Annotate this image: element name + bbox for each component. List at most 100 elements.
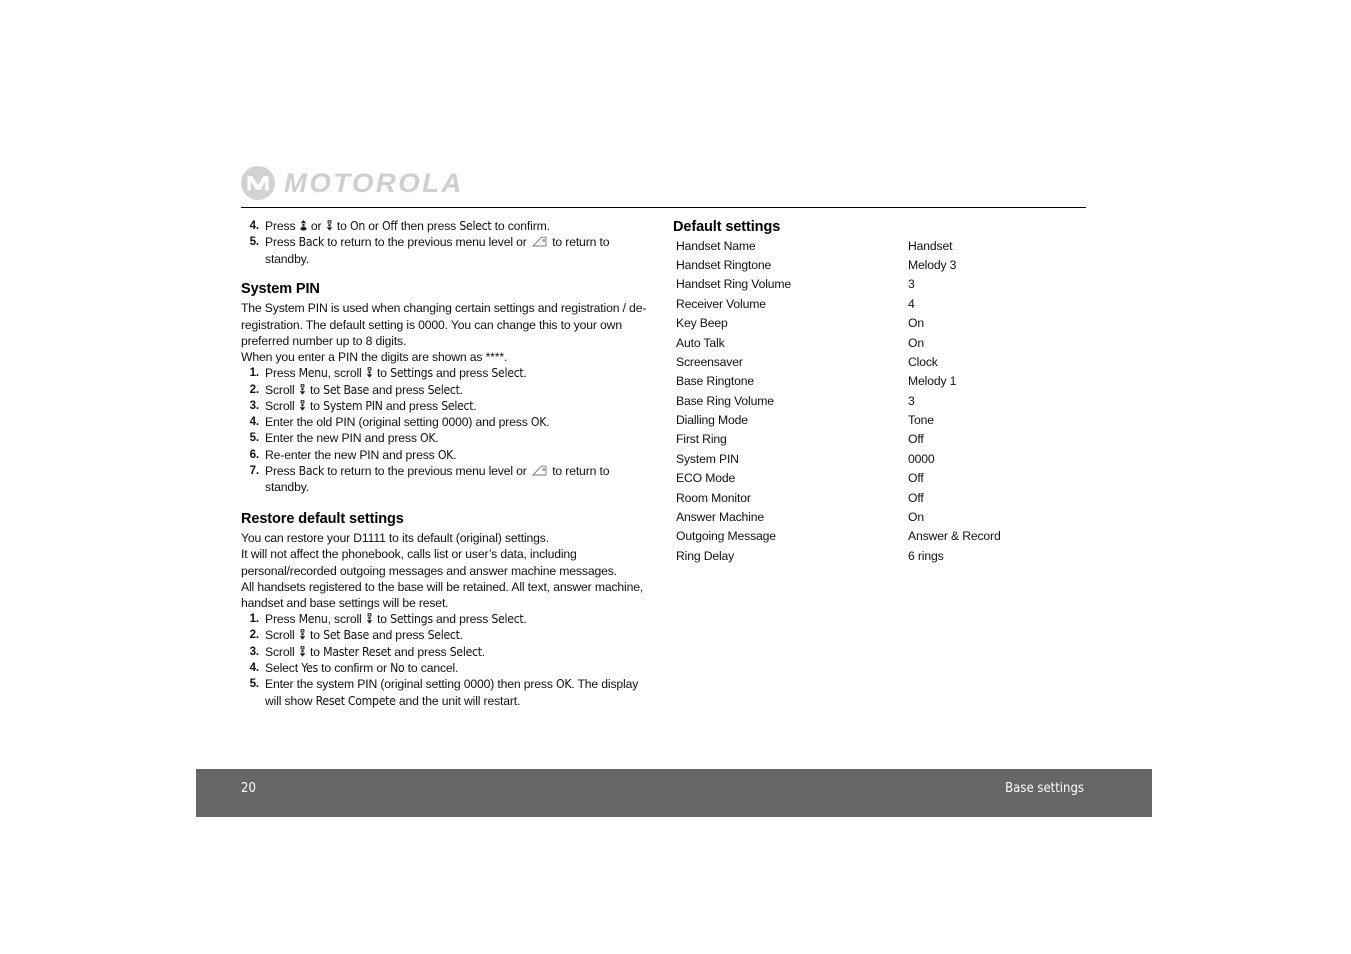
setting-label: First Ring	[676, 432, 727, 447]
setting-label: Handset Name	[676, 238, 756, 253]
ui-label-no: No	[390, 661, 405, 676]
system-pin-paragraph-1: The System PIN is used when changing cer…	[241, 301, 647, 348]
system-pin-paragraph-2: When you enter a PIN the digits are show…	[241, 350, 508, 365]
step-text-mid2: to	[306, 628, 324, 643]
scroll-down-key-icon	[299, 383, 306, 395]
setting-label: Auto Talk	[676, 335, 725, 350]
step-text-suffix: .	[453, 447, 457, 462]
list-item: Scroll to System PIN and press Select.	[241, 398, 653, 414]
left-text-column: Press or to On or Off then press Select …	[241, 218, 653, 709]
scroll-down-key-icon	[326, 220, 332, 231]
step-text-prefix: Press	[265, 219, 299, 233]
list-item: Scroll to Set Base and press Select.	[241, 627, 653, 643]
setting-value: 6 rings	[908, 548, 944, 563]
list-item: Enter the new PIN and press OK.	[241, 430, 653, 446]
scroll-down-key-icon	[299, 645, 306, 657]
restore-paragraph-2: All handsets registered to the base will…	[241, 579, 644, 610]
table-row: Base Ringtone Melody 1	[673, 375, 1086, 394]
continued-step-list: Press or to On or Off then press Select …	[241, 218, 653, 267]
ui-label-menu: Menu	[298, 612, 328, 627]
step-text-prefix: Enter the new PIN and press	[265, 431, 420, 446]
setting-value: On	[908, 335, 924, 350]
footer-page-number: 20	[241, 781, 256, 796]
step-text-prefix: Enter the old PIN (original setting 0000…	[265, 415, 531, 430]
step-text-prefix: Press	[265, 612, 299, 627]
table-row: Receiver Volume 4	[673, 298, 1086, 317]
ui-label-on: On	[350, 219, 365, 233]
setting-value: On	[908, 510, 924, 525]
table-row: Screensaver Clock	[673, 356, 1086, 375]
step-text-suffix: .	[459, 628, 463, 643]
step-text-mid3: or	[364, 219, 382, 233]
ui-label-select: Select	[427, 628, 460, 643]
step-text-prefix: Enter the system PIN (original setting 0…	[265, 677, 557, 692]
manual-page: MOTOROLA Press or to On or Off then pres…	[0, 0, 1351, 954]
step-text-prefix: Scroll	[265, 382, 298, 397]
step-text-suffix: .	[523, 612, 527, 627]
system-pin-step-list: Press Menu, scroll to Settings and press…	[241, 365, 653, 495]
step-text-mid3: and press	[368, 628, 428, 643]
setting-value: Handset	[908, 238, 953, 253]
ui-label-set-base: Set Base	[323, 382, 369, 397]
motorola-logo: MOTOROLA	[241, 163, 1086, 203]
step-text-suffix: and the unit will restart.	[395, 693, 521, 708]
ui-label-settings: Settings	[390, 612, 433, 627]
ui-label-system-pin: System PIN	[323, 398, 383, 413]
setting-label: Answer Machine	[676, 510, 764, 525]
setting-value: 3	[908, 277, 915, 292]
setting-value: Off	[908, 490, 924, 505]
setting-value: Tone	[908, 413, 934, 428]
section-heading-system-pin: System PIN	[241, 280, 320, 297]
step-text-mid1: to return to the previous menu level or	[324, 463, 530, 478]
step-text-suffix: .	[435, 431, 439, 446]
step-text-prefix: Scroll	[265, 628, 298, 643]
setting-label: Dialling Mode	[676, 413, 748, 428]
list-item: Press Back to return to the previous men…	[241, 234, 653, 267]
setting-label: Handset Ring Volume	[676, 277, 792, 292]
table-row: Handset Ring Volume 3	[673, 278, 1086, 297]
table-row: Key Beep On	[673, 317, 1086, 336]
list-item: Press or to On or Off then press Select …	[241, 218, 653, 234]
table-row: Auto Talk On	[673, 335, 1086, 356]
step-text-mid2: to	[333, 219, 350, 233]
restore-paragraph-1-line2: It will not affect the phonebook, calls …	[241, 547, 617, 578]
step-text-mid3: and press	[391, 644, 450, 659]
default-settings-table-body: Handset Name Handset Handset Ringtone Melo…	[673, 238, 1086, 570]
step-text-prefix: Scroll	[265, 644, 298, 659]
step-text-mid2: to	[373, 366, 391, 381]
scroll-down-key-icon	[299, 629, 306, 641]
table-row: Room Monitor Off	[673, 490, 1086, 511]
ui-label-select: Select	[491, 612, 524, 627]
table-row: Answer Machine On	[673, 511, 1086, 530]
ui-label-select: Select	[449, 644, 482, 659]
table-row: System PIN 0000	[673, 453, 1086, 472]
ui-label-ok: OK	[556, 677, 572, 692]
setting-label: Receiver Volume	[676, 296, 766, 311]
list-item: Select Yes to confirm or No to cancel.	[241, 660, 653, 676]
step-text-prefix: Press	[265, 463, 299, 478]
ui-label-reset-compete: Reset Compete	[315, 693, 396, 708]
step-text-suffix: to confirm.	[491, 219, 550, 233]
table-row: Ring Delay 6 rings	[673, 550, 1086, 569]
list-item: Press Menu, scroll to Settings and press…	[241, 365, 653, 381]
ui-label-ok: OK	[437, 447, 454, 462]
ui-label-select: Select	[491, 366, 524, 381]
step-text-suffix: .	[546, 415, 550, 430]
step-text-mid3: and press	[432, 366, 492, 381]
ui-label-ok: OK	[420, 431, 436, 446]
setting-label: Ring Delay	[676, 548, 735, 563]
end-call-key-icon	[531, 465, 547, 476]
step-text-prefix: Scroll	[265, 398, 298, 413]
table-row: Base Ring Volume 3	[673, 394, 1086, 414]
scroll-down-key-icon	[366, 367, 373, 379]
scroll-down-key-icon	[299, 400, 306, 411]
step-text-suffix: .	[523, 366, 527, 381]
step-text-mid1: to return to the previous menu level or	[324, 235, 530, 250]
setting-label: ECO Mode	[676, 471, 736, 486]
list-item: Re-enter the new PIN and press OK.	[241, 447, 653, 463]
setting-label: Base Ringtone	[676, 374, 755, 389]
setting-label: Outgoing Message	[676, 529, 776, 544]
list-item: Enter the old PIN (original setting 0000…	[241, 414, 653, 430]
restore-paragraph-1-line1: You can restore your D1111 to its defaul…	[241, 531, 549, 546]
step-text-mid3: and press	[432, 612, 492, 627]
